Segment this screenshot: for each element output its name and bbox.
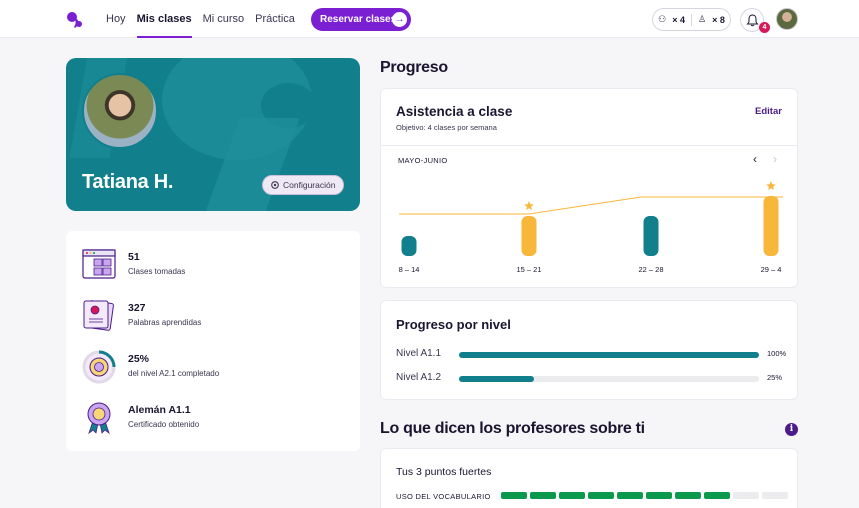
date-range-label: MAYO-JUNIO — [398, 156, 448, 165]
main-nav: Hoy Mis clases Mi curso Práctica — [106, 0, 306, 38]
nav-hoy[interactable]: Hoy — [106, 0, 126, 38]
divider — [691, 13, 692, 26]
stat-value: 51 — [128, 251, 140, 263]
star-icon — [766, 181, 776, 190]
stat-label: del nivel A2.1 completado — [128, 369, 220, 378]
attendance-bar — [521, 216, 537, 256]
level-name: Nivel A1.1 — [396, 348, 442, 359]
strength-segment — [704, 492, 730, 499]
arrow-right-icon: → — [392, 12, 407, 27]
attendance-title: Asistencia a clase — [396, 104, 513, 119]
stat-label: Certificado obtenido — [128, 420, 200, 429]
private-class-icon: ♙ — [698, 14, 707, 24]
level-progress-track — [459, 376, 759, 382]
week-label: 15 – 21 — [516, 265, 541, 274]
strength-segment — [501, 492, 527, 499]
week-label: 8 – 14 — [399, 265, 420, 274]
strengths-card: Tus 3 puntos fuertes USO DEL VOCABULARIO — [380, 448, 798, 508]
stat-value: Alemán A1.1 — [128, 404, 191, 416]
bell-icon — [746, 14, 758, 27]
profile-card: Tatiana H. Configuración — [66, 58, 360, 211]
level-progress-fill — [459, 376, 534, 382]
strength-segment — [559, 492, 585, 499]
chevron-left-icon[interactable]: ‹ — [753, 152, 757, 166]
chevron-right-icon[interactable]: › — [773, 152, 777, 166]
top-header: Hoy Mis clases Mi curso Práctica Reserva… — [0, 0, 859, 38]
stats-card: 51 Clases tomadas 327 Palabras aprendida… — [66, 231, 360, 451]
teachers-heading: Lo que dicen los profesores sobre ti — [380, 420, 645, 437]
strength-segment — [762, 492, 788, 499]
level-percent: 100% — [767, 349, 787, 358]
strength-segment — [646, 492, 672, 499]
reserve-classes-button[interactable]: Reservar clases → — [311, 8, 411, 31]
stat-value: 327 — [128, 302, 146, 314]
week-label: 29 – 4 — [761, 265, 782, 274]
level-progress-fill — [459, 352, 759, 358]
nav-practica[interactable]: Práctica — [255, 0, 295, 38]
stat-level: 25% del nivel A2.1 completado — [82, 350, 342, 390]
calendar-icon — [82, 249, 116, 279]
flashcards-icon — [83, 300, 114, 331]
level-progress-icon — [82, 350, 116, 384]
level-percent: 25% — [767, 373, 783, 382]
nav-mis-clases[interactable]: Mis clases — [136, 0, 192, 38]
private-credits-count: × 8 — [712, 14, 725, 25]
strength-meter — [501, 492, 788, 499]
level-progress-track — [459, 352, 759, 358]
attendance-bar — [401, 236, 417, 256]
settings-button[interactable]: Configuración — [262, 175, 344, 195]
level-progress-card: Progreso por nivel Nivel A1.1 100% Nivel… — [380, 300, 798, 400]
nav-mi-curso[interactable]: Mi curso — [203, 0, 245, 38]
stat-classes: 51 Clases tomadas — [82, 248, 342, 288]
stat-label: Clases tomadas — [128, 267, 186, 276]
progress-heading: Progreso — [380, 59, 448, 76]
level-row: Nivel A1.2 25% — [396, 372, 791, 386]
strength-label: USO DEL VOCABULARIO — [396, 492, 491, 501]
attendance-goal: Objetivo: 4 clases por semana — [396, 123, 497, 132]
attendance-bar — [643, 216, 659, 256]
user-avatar[interactable] — [776, 8, 798, 30]
strength-segment — [675, 492, 701, 499]
profile-photo — [82, 73, 158, 149]
group-class-icon: ⚇ — [658, 14, 667, 24]
settings-label: Configuración — [283, 180, 336, 190]
brand-logo-icon[interactable] — [66, 11, 84, 29]
credits-counter[interactable]: ⚇ × 4 ♙ × 8 — [652, 8, 731, 31]
goal-line — [399, 196, 783, 215]
edit-goal-link[interactable]: Editar — [755, 106, 782, 117]
stat-certificate: Alemán A1.1 Certificado obtenido — [82, 401, 342, 441]
divider — [381, 145, 797, 146]
strength-segment — [733, 492, 759, 499]
level-progress-title: Progreso por nivel — [396, 317, 511, 332]
strength-segment — [530, 492, 556, 499]
stat-words: 327 Palabras aprendidas — [82, 299, 342, 339]
level-row: Nivel A1.1 100% — [396, 348, 791, 362]
group-credits-count: × 4 — [672, 14, 685, 25]
strengths-title: Tus 3 puntos fuertes — [396, 466, 492, 478]
strength-segment — [588, 492, 614, 499]
profile-name: Tatiana H. — [82, 171, 174, 193]
strength-segment — [617, 492, 643, 499]
attendance-bar — [763, 196, 779, 256]
stat-label: Palabras aprendidas — [128, 318, 202, 327]
reserve-classes-label: Reservar clases — [320, 14, 397, 25]
stat-value: 25% — [128, 353, 150, 365]
star-icon — [524, 201, 534, 210]
gear-icon — [271, 181, 279, 189]
notification-badge: 4 — [759, 22, 770, 33]
attendance-chart: 8 – 14 15 – 21 22 – 28 29 – 4 — [399, 181, 783, 274]
info-icon[interactable]: i — [785, 423, 798, 436]
week-label: 22 – 28 — [638, 265, 663, 274]
level-name: Nivel A1.2 — [396, 372, 442, 383]
attendance-card: Asistencia a clase Objetivo: 4 clases po… — [380, 88, 798, 288]
certificate-badge-icon — [87, 402, 111, 435]
